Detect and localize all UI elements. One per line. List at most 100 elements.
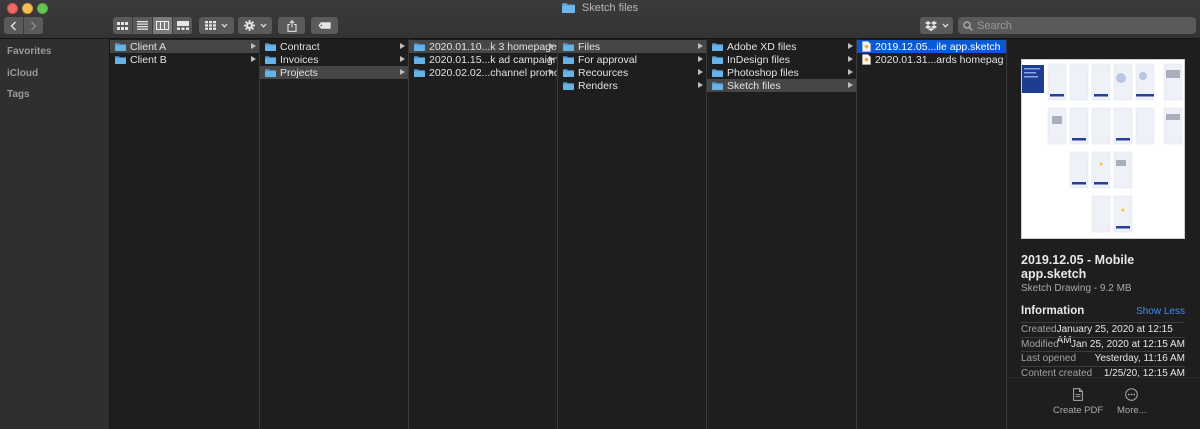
chevron-left-icon (10, 21, 16, 30)
dropbox-menu-button[interactable] (920, 17, 953, 34)
gallery-view-button[interactable] (172, 17, 192, 34)
item-label: 2020.01.10...k 3 homepage (429, 40, 557, 53)
folder-item[interactable]: 2020.01.10...k 3 homepage (409, 40, 557, 53)
folder-item[interactable]: InDesign files (707, 53, 856, 66)
info-divider (1021, 322, 1185, 323)
folder-icon (561, 3, 575, 13)
share-button[interactable] (278, 17, 305, 34)
pdf-document-icon (1073, 388, 1083, 401)
window-title: Sketch files (581, 2, 639, 14)
browser-column[interactable]: Adobe XD files InDesign files Photoshop fi… (707, 39, 857, 429)
folder-item[interactable]: Invoices (260, 53, 408, 66)
folder-item[interactable]: Contract (260, 40, 408, 53)
toolbar: Sketch files (0, 0, 1200, 39)
preview-file-name: 2019.12.05 - Mobile app.sketch (1021, 253, 1135, 281)
folder-item[interactable]: 2020.01.15...k ad campaign (409, 53, 557, 66)
more-actions-label: More... (1117, 405, 1147, 416)
folder-item[interactable]: Renders (558, 79, 706, 92)
sketch-design-thumbnail (1022, 60, 1184, 238)
sidebar-section-tags[interactable]: Tags (7, 89, 30, 100)
disclosure-arrow-icon (698, 82, 703, 88)
more-ellipsis-icon (1125, 388, 1139, 401)
sidebar-section-icloud[interactable]: iCloud (7, 68, 38, 79)
sketch-file-icon (862, 41, 871, 52)
icon-view-button[interactable] (113, 17, 132, 34)
disclosure-arrow-icon (400, 69, 405, 75)
edit-tags-button[interactable] (311, 17, 338, 34)
folder-icon (265, 42, 276, 51)
search-icon (963, 20, 973, 31)
folder-item[interactable]: Recources (558, 66, 706, 79)
action-menu-button[interactable] (238, 17, 272, 34)
browser-column[interactable]: Client A Client B (110, 39, 260, 429)
column-view-button[interactable] (152, 17, 172, 34)
disclosure-arrow-icon (698, 69, 703, 75)
create-pdf-button[interactable]: Create PDF (1053, 388, 1103, 416)
disclosure-arrow-icon (549, 43, 554, 49)
folder-icon (712, 42, 723, 51)
browser-column[interactable]: 2020.01.10...k 3 homepage 2020.01.15...k … (409, 39, 558, 429)
item-label: InDesign files (727, 53, 791, 66)
item-label: Adobe XD files (727, 40, 797, 53)
folder-icon (712, 81, 723, 90)
browser-column[interactable]: Files For approval Recources Renders (558, 39, 707, 429)
chevron-down-icon (942, 23, 948, 28)
forward-button[interactable] (23, 17, 43, 34)
disclosure-arrow-icon (848, 69, 853, 75)
info-divider (1021, 336, 1185, 338)
dropbox-icon (924, 20, 937, 31)
preview-pane: 2019.12.05 - Mobile app.sketch Sketch Dr… (1007, 39, 1200, 429)
item-label: 2020.02.02...channel promo (429, 66, 557, 79)
file-thumbnail (1021, 59, 1185, 239)
gear-icon (243, 20, 255, 31)
chevron-down-icon (260, 23, 266, 28)
item-label: 2020.01.15...k ad campaign (429, 53, 557, 66)
folder-item[interactable]: Adobe XD files (707, 40, 856, 53)
view-mode-selector (113, 17, 192, 34)
disclosure-arrow-icon (848, 56, 853, 62)
folder-icon (563, 42, 574, 51)
item-label: 2019.12.05...ile app.sketch (875, 40, 1001, 53)
folder-item[interactable]: 2020.02.02...channel promo (409, 66, 557, 79)
folder-item[interactable]: Photoshop files (707, 66, 856, 79)
list-view-button[interactable] (132, 17, 152, 34)
disclosure-arrow-icon (400, 43, 405, 49)
chevron-down-icon (221, 23, 228, 28)
disclosure-arrow-icon (251, 56, 256, 62)
item-label: Invoices (280, 53, 319, 66)
group-grid-icon (205, 21, 216, 30)
search-input[interactable] (977, 19, 1187, 32)
search-field[interactable] (958, 17, 1196, 34)
tag-icon (318, 22, 331, 29)
quick-actions-bar: Create PDF More... (1007, 377, 1200, 429)
item-label: 2020.01.31...ards homepag (875, 53, 1004, 66)
chevron-right-icon (31, 21, 37, 30)
folder-item[interactable]: Sketch files (707, 79, 856, 92)
item-label: Contract (280, 40, 320, 53)
grid-view-icon (117, 21, 128, 30)
folder-item[interactable]: Projects (260, 66, 408, 79)
sidebar-section-favorites[interactable]: Favorites (7, 46, 51, 57)
back-button[interactable] (4, 17, 23, 34)
share-icon (286, 19, 297, 32)
item-label: For approval (578, 53, 637, 66)
item-label: Files (578, 40, 601, 53)
browser-column[interactable]: Contract Invoices Projects (260, 39, 409, 429)
file-item[interactable]: 2020.01.31...ards homepag (857, 53, 1006, 66)
create-pdf-label: Create PDF (1053, 405, 1104, 416)
folder-item[interactable]: Client A (110, 40, 259, 53)
info-divider (1021, 351, 1185, 352)
more-actions-button[interactable]: More... (1117, 388, 1147, 416)
disclosure-arrow-icon (400, 56, 405, 62)
show-less-link[interactable]: Show Less (1136, 306, 1185, 317)
folder-item[interactable]: For approval (558, 53, 706, 66)
folder-icon (712, 55, 723, 64)
browser-column[interactable]: 2019.12.05...ile app.sketch 2020.01.31...… (857, 39, 1007, 429)
folder-item[interactable]: Client B (110, 53, 259, 66)
item-label: Renders (578, 79, 618, 92)
folder-item[interactable]: Files (558, 40, 706, 53)
column-view-icon (156, 21, 169, 30)
group-by-button[interactable] (199, 17, 234, 34)
file-item[interactable]: 2019.12.05...ile app.sketch (857, 40, 1006, 53)
window-title-bar: Sketch files (0, 2, 1200, 15)
